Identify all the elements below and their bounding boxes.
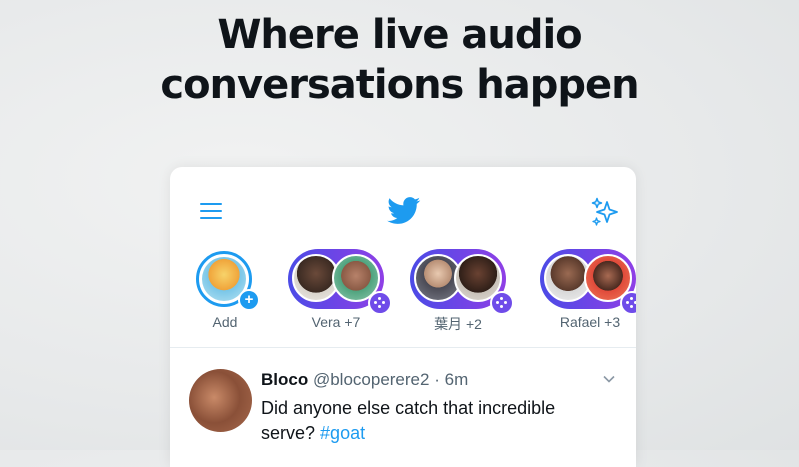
- sparkle-icon[interactable]: [590, 197, 620, 227]
- tweet-avatar[interactable]: [189, 369, 252, 432]
- tweet-author-handle[interactable]: @blocoperere2: [313, 370, 430, 389]
- fleet-label: Vera +7: [311, 314, 361, 330]
- hashtag-link[interactable]: #goat: [320, 423, 365, 443]
- fleet-label: 葉月 +2: [434, 316, 482, 332]
- spaces-icon: [620, 291, 636, 315]
- chevron-down-icon[interactable]: [602, 372, 616, 386]
- spaces-bar: + Add Vera +7 葉月 +2 Rafael +3: [170, 247, 636, 347]
- fleet-label: Rafael +3: [559, 314, 621, 330]
- tweet-timestamp[interactable]: 6m: [445, 370, 469, 389]
- space-item-vera[interactable]: Vera +7: [286, 247, 392, 347]
- headline-line-1: Where live audio: [217, 12, 582, 58]
- tweet-header: Bloco @blocoperere2 · 6m: [261, 370, 468, 390]
- top-bar: [170, 167, 636, 247]
- tweet[interactable]: Bloco @blocoperere2 · 6m Did anyone else…: [170, 348, 636, 467]
- tweet-author-name[interactable]: Bloco: [261, 370, 308, 389]
- twitter-bird-icon: [387, 197, 421, 224]
- add-plus-icon[interactable]: +: [238, 289, 260, 311]
- spaces-icon: [490, 291, 514, 315]
- headline-line-2: conversations happen: [160, 62, 639, 108]
- space-item-rafael[interactable]: Rafael +3: [540, 247, 636, 347]
- spaces-icon: [368, 291, 392, 315]
- space-item-hazuki[interactable]: 葉月 +2: [408, 247, 514, 347]
- tweet-text: Did anyone else catch that incredible se…: [261, 396, 601, 446]
- headline: Where live audio conversations happen: [0, 10, 799, 110]
- phone-screen: + Add Vera +7 葉月 +2 Rafael +3 Bloco @blo…: [170, 167, 636, 467]
- tweet-separator: ·: [434, 370, 440, 389]
- tweet-body: Did anyone else catch that incredible se…: [261, 398, 556, 443]
- fleet-label: Add: [212, 314, 238, 330]
- hamburger-menu-icon[interactable]: [200, 203, 222, 221]
- fleet-add[interactable]: + Add: [170, 247, 280, 347]
